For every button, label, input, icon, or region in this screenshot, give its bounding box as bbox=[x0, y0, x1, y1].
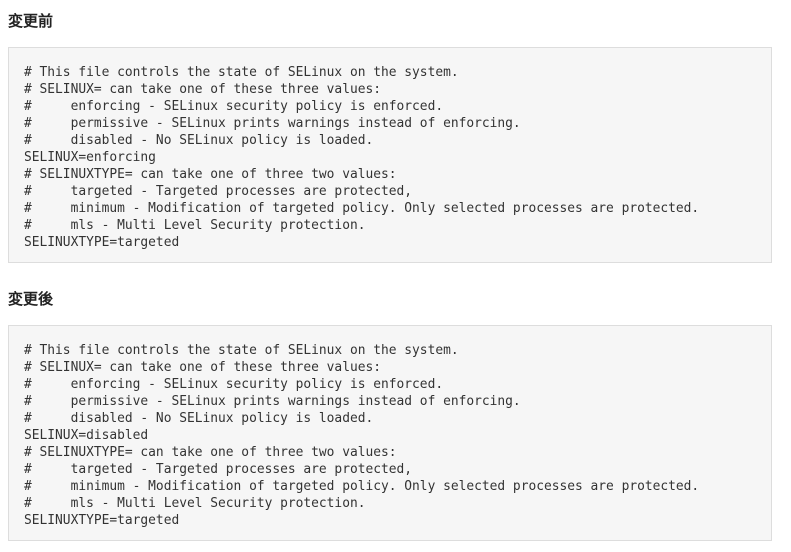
code-line: # permissive - SELinux prints warnings i… bbox=[24, 394, 521, 409]
before-code: # This file controls the state of SELinu… bbox=[24, 64, 699, 251]
code-line: # This file controls the state of SELinu… bbox=[24, 65, 459, 80]
selinux-setting-line: SELINUX=disabled bbox=[24, 428, 149, 443]
code-line: # targeted - Targeted processes are prot… bbox=[24, 184, 413, 199]
code-line: # minimum - Modification of targeted pol… bbox=[24, 479, 700, 494]
code-line: # SELINUX= can take one of these three v… bbox=[24, 360, 381, 375]
code-line: # minimum - Modification of targeted pol… bbox=[24, 201, 700, 216]
selinuxtype-setting-line: SELINUXTYPE=targeted bbox=[24, 235, 180, 250]
code-line: # disabled - No SELinux policy is loaded… bbox=[24, 411, 374, 426]
selinux-setting-line: SELINUX=enforcing bbox=[24, 150, 156, 165]
code-line: # disabled - No SELinux policy is loaded… bbox=[24, 133, 374, 148]
code-line: # mls - Multi Level Security protection. bbox=[24, 496, 366, 511]
before-heading: 変更前 bbox=[8, 12, 54, 30]
code-line: # mls - Multi Level Security protection. bbox=[24, 218, 366, 233]
code-line: # enforcing - SELinux security policy is… bbox=[24, 377, 444, 392]
code-line: # SELINUXTYPE= can take one of three two… bbox=[24, 167, 397, 182]
after-heading: 変更後 bbox=[8, 290, 54, 308]
code-line: # targeted - Targeted processes are prot… bbox=[24, 462, 413, 477]
before-code-block: # This file controls the state of SELinu… bbox=[8, 47, 772, 263]
code-line: # SELINUXTYPE= can take one of three two… bbox=[24, 445, 397, 460]
selinuxtype-setting-line: SELINUXTYPE=targeted bbox=[24, 513, 180, 528]
code-line: # permissive - SELinux prints warnings i… bbox=[24, 116, 521, 131]
after-code: # This file controls the state of SELinu… bbox=[24, 342, 699, 529]
after-code-block: # This file controls the state of SELinu… bbox=[8, 325, 772, 541]
code-line: # enforcing - SELinux security policy is… bbox=[24, 99, 444, 114]
code-line: # This file controls the state of SELinu… bbox=[24, 343, 459, 358]
code-line: # SELINUX= can take one of these three v… bbox=[24, 82, 381, 97]
